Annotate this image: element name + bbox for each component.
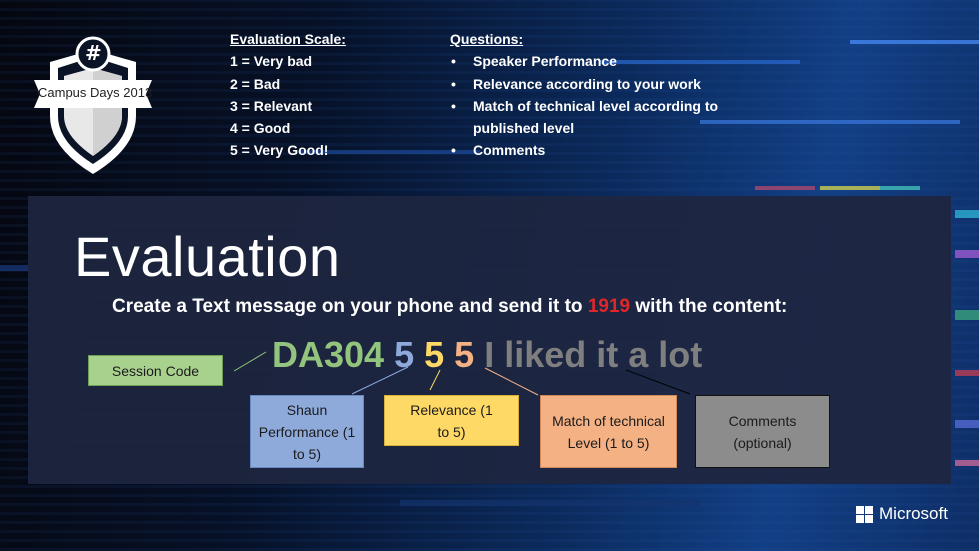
label-performance-text: Shaun Performance (1 to 5) [258,401,356,462]
windows-logo-icon [856,505,873,523]
instruction-text: Create a Text message on your phone and … [112,296,787,318]
page-title: Evaluation [74,225,341,288]
scale-item: 4 = Good [230,120,291,137]
label-technical-text: Match of technical Level (1 to 5) [552,412,665,451]
label-comments-text: Comments (optional) [728,412,797,451]
label-comments: Comments (optional) [695,395,830,468]
scale-item: 2 = Bad [230,75,281,92]
label-session-code-text: Session Code [111,362,200,379]
instruction-before: Create a Text message on your phone and … [112,296,588,317]
question-item: Relevance according to your work [450,73,763,96]
msg-score-performance: 5 [394,334,415,375]
scale-item: 3 = Relevant [230,97,313,114]
label-performance: Shaun Performance (1 to 5) [250,395,364,468]
questions-header: Questions: [450,31,524,47]
logo-banner-text: Campus Days 2013 [38,85,153,100]
question-item: Speaker Performance [450,50,763,73]
instruction-after: with the content: [630,296,788,317]
microsoft-logo: Microsoft [856,504,948,524]
scale-item: 1 = Very bad [230,53,313,70]
evaluation-scale: Evaluation Scale: 1 = Very bad 2 = Bad 3… [230,28,346,162]
label-relevance: Relevance (1 to 5) [384,395,519,446]
questions-list: Questions: Speaker Performance Relevance… [450,28,763,162]
msg-score-technical: 5 [454,334,475,375]
scale-item: 5 = Very Good! [230,142,329,159]
sms-number: 1919 [587,296,631,317]
msg-score-relevance: 5 [424,334,445,375]
msg-session-code: DA304 [272,334,385,375]
microsoft-brand-text: Microsoft [879,504,948,523]
sms-message-example: DA304 5 5 5 I liked it a lot [272,334,702,376]
campus-days-logo: # Campus Days 2013 [28,36,158,176]
question-item: Match of technical level according to pu… [450,95,763,140]
evaluation-scale-header: Evaluation Scale: [230,31,346,47]
label-session-code: Session Code [88,355,223,386]
msg-comment: I liked it a lot [484,334,703,375]
badge-hash: # [85,41,102,65]
question-item: Comments [450,139,763,162]
label-relevance-text: Relevance (1 to 5) [410,401,493,440]
label-technical: Match of technical Level (1 to 5) [540,395,677,468]
